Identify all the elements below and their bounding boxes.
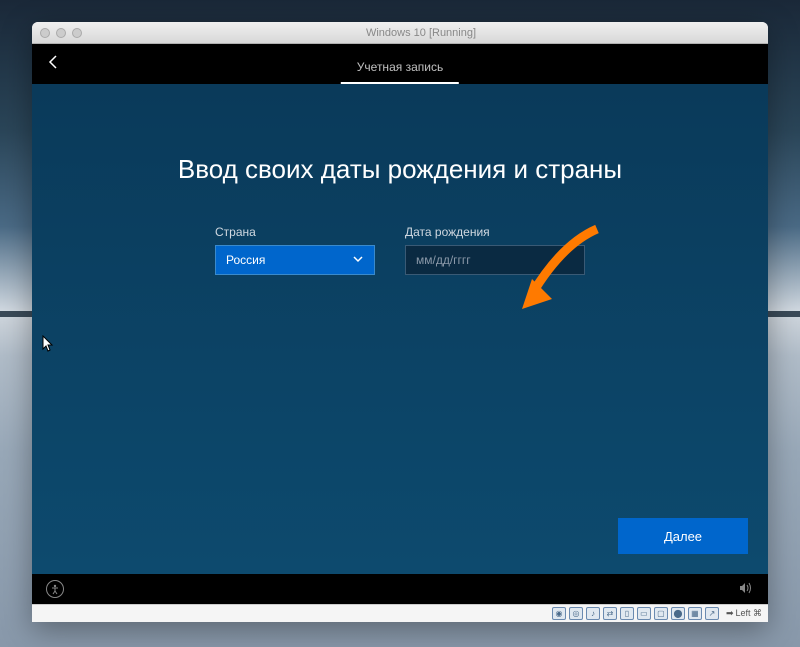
volume-icon[interactable] [738,581,754,598]
close-window-button[interactable] [40,28,50,38]
country-dropdown[interactable]: Россия [215,245,375,275]
maximize-window-button[interactable] [72,28,82,38]
dob-placeholder: мм/дд/гггг [416,253,471,267]
host-key-indicator: ➡ Left ⌘ [726,608,762,619]
status-recording-icon[interactable]: ⬤ [671,607,685,620]
form-row: Страна Россия Дата рождения мм/дд/гггг [215,225,585,275]
chevron-down-icon [352,253,364,268]
traffic-lights [40,28,82,38]
tab-account[interactable]: Учетная запись [341,60,459,84]
host-key-label: Left ⌘ [735,608,762,619]
window-titlebar: Windows 10 [Running] [32,22,768,44]
dob-group: Дата рождения мм/дд/гггг [405,225,585,275]
host-key-arrow-icon: ➡ [726,608,734,619]
vm-window: Windows 10 [Running] Учетная запись Ввод… [32,22,768,622]
status-audio-icon[interactable]: ♪ [586,607,600,620]
status-display-icon[interactable]: ▢ [654,607,668,620]
dob-input[interactable]: мм/дд/гггг [405,245,585,275]
vm-status-bar: ◉ ◎ ♪ ⇄ ▯ ▭ ▢ ⬤ ▦ ↗ ➡ Left ⌘ [32,604,768,622]
status-usb-icon[interactable]: ▯ [620,607,634,620]
setup-body: Ввод своих даты рождения и страны Страна… [32,84,768,574]
status-hdd-icon[interactable]: ◉ [552,607,566,620]
setup-tabs: Учетная запись [341,44,459,84]
status-cpu-icon[interactable]: ▦ [688,607,702,620]
vm-guest-screen: Учетная запись Ввод своих даты рождения … [32,44,768,604]
back-button[interactable] [44,52,64,77]
country-group: Страна Россия [215,225,375,275]
status-mouse-icon[interactable]: ↗ [705,607,719,620]
setup-top-bar: Учетная запись [32,44,768,84]
minimize-window-button[interactable] [56,28,66,38]
setup-bottom-bar [32,574,768,604]
accessibility-icon[interactable] [46,580,64,598]
status-shared-icon[interactable]: ▭ [637,607,651,620]
country-value: Россия [226,253,265,267]
dob-label: Дата рождения [405,225,585,239]
country-label: Страна [215,225,375,239]
status-optical-icon[interactable]: ◎ [569,607,583,620]
status-network-icon[interactable]: ⇄ [603,607,617,620]
next-button[interactable]: Далее [618,518,748,554]
page-heading: Ввод своих даты рождения и страны [178,154,622,185]
window-title: Windows 10 [Running] [82,27,760,39]
